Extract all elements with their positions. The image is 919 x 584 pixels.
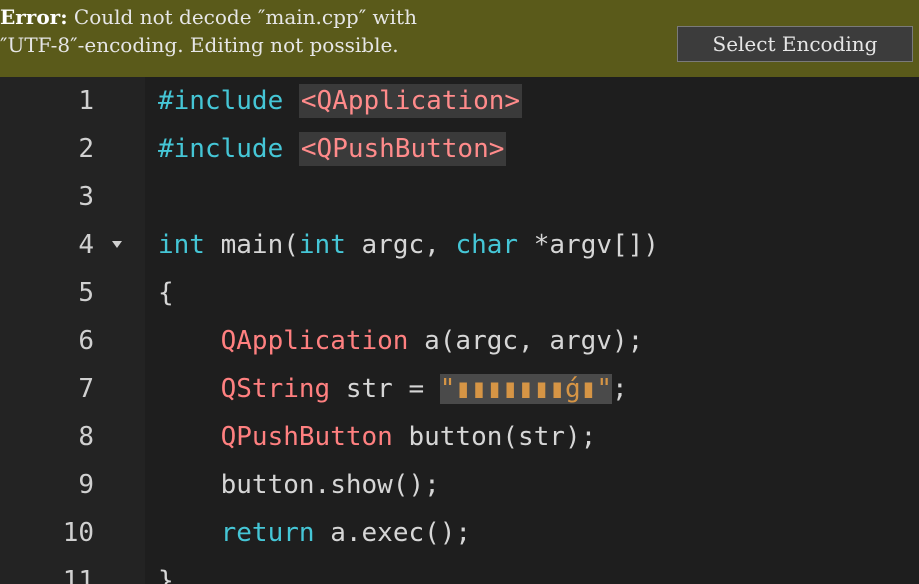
string-literal: "▮▮▮▮▮▮▮ǵ▮": [439, 374, 612, 404]
semicolon: ;: [611, 374, 628, 404]
qt-creator-editor: Error: Could not decode ″main.cpp″ with …: [0, 0, 919, 584]
code-line[interactable]: 3: [0, 173, 919, 221]
error-message-line2: ″UTF-8″-encoding. Editing not possible.: [0, 33, 399, 57]
code-line[interactable]: 10 return a.exec();: [0, 509, 919, 557]
code-text[interactable]: int main(int argc, char *argv[]): [158, 221, 659, 269]
code-text[interactable]: QPushButton button(str);: [158, 413, 597, 461]
code-editor[interactable]: 1 #include <QApplication> 2 #include <QP…: [0, 77, 919, 584]
statement: str =: [330, 374, 440, 404]
code-text[interactable]: button.show();: [158, 461, 440, 509]
type-name: QString: [220, 374, 331, 404]
function-name: main: [220, 230, 284, 260]
identifier: *argv[]): [518, 230, 659, 260]
line-number: 4: [78, 230, 94, 260]
statement: button.show();: [220, 470, 440, 500]
code-line[interactable]: 5 {: [0, 269, 919, 317]
code-line[interactable]: 1 #include <QApplication>: [0, 77, 919, 125]
keyword: int: [298, 230, 346, 260]
keyword: int: [158, 230, 205, 260]
line-number: 9: [78, 470, 94, 500]
code-text[interactable]: #include <QPushButton>: [158, 125, 507, 173]
preprocessor-directive: #include: [158, 134, 284, 164]
select-encoding-button[interactable]: Select Encoding: [677, 26, 913, 62]
statement: a.exec();: [314, 518, 472, 548]
error-message-line1: Could not decode ″main.cpp″ with: [67, 5, 417, 29]
code-line[interactable]: 9 button.show();: [0, 461, 919, 509]
code-text[interactable]: QString str = "▮▮▮▮▮▮▮ǵ▮";: [158, 365, 628, 413]
line-number: 11: [62, 566, 94, 584]
line-number: 2: [78, 134, 94, 164]
code-text[interactable]: #include <QApplication>: [158, 77, 523, 125]
keyword: char: [455, 230, 519, 260]
code-text[interactable]: QApplication a(argc, argv);: [158, 317, 644, 365]
type-name: QApplication: [220, 326, 409, 356]
error-label: Error:: [0, 5, 68, 29]
code-text[interactable]: {: [158, 269, 174, 317]
line-number: 5: [78, 278, 94, 308]
brace: {: [158, 278, 174, 308]
code-line[interactable]: 4 int main(int argc, char *argv[]): [0, 221, 919, 269]
code-line[interactable]: 8 QPushButton button(str);: [0, 413, 919, 461]
line-number: 10: [62, 518, 94, 548]
code-line[interactable]: 7 QString str = "▮▮▮▮▮▮▮ǵ▮";: [0, 365, 919, 413]
statement: a(argc, argv);: [408, 326, 644, 356]
line-number: 8: [78, 422, 94, 452]
line-number: 3: [78, 182, 94, 212]
identifier: argc,: [361, 230, 456, 260]
code-line[interactable]: 11 }: [0, 557, 919, 584]
punctuation: (: [283, 230, 299, 260]
include-header: <QApplication>: [298, 84, 523, 118]
type-name: QPushButton: [220, 422, 393, 452]
code-text[interactable]: }: [158, 557, 174, 584]
brace: }: [158, 566, 174, 584]
include-header: <QPushButton>: [298, 132, 507, 166]
fold-chevron-down-icon[interactable]: [112, 241, 122, 248]
line-number: 1: [78, 86, 94, 116]
line-number: 6: [78, 326, 94, 356]
code-line[interactable]: 2 #include <QPushButton>: [0, 125, 919, 173]
statement: button(str);: [392, 422, 597, 452]
preprocessor-directive: #include: [158, 86, 284, 116]
line-number: 7: [78, 374, 94, 404]
code-text[interactable]: return a.exec();: [158, 509, 471, 557]
keyword: return: [220, 518, 315, 548]
encoding-error-infobar: Error: Could not decode ″main.cpp″ with …: [0, 0, 919, 77]
error-message: Error: Could not decode ″main.cpp″ with …: [0, 3, 417, 59]
code-line[interactable]: 6 QApplication a(argc, argv);: [0, 317, 919, 365]
